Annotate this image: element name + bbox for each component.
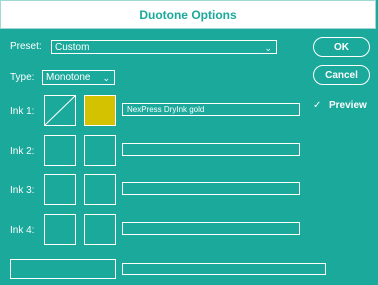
cancel-button[interactable]: Cancel (313, 65, 370, 85)
ok-button[interactable]: OK (313, 37, 370, 57)
preset-dropdown[interactable]: Custom ⌄ (51, 40, 277, 54)
ink-4-color-swatch[interactable] (84, 214, 116, 245)
ink-1-color-swatch[interactable] (84, 95, 116, 126)
ink-4-curve-box[interactable] (44, 214, 76, 245)
dialog-title: Duotone Options (0, 0, 376, 29)
chevron-down-icon: ⌄ (102, 73, 110, 83)
ink-3-label: Ink 3: (10, 185, 35, 196)
ink-1-curve-box[interactable] (44, 95, 76, 126)
preview-checkbox[interactable]: ✓ (313, 100, 321, 112)
duotone-options-dialog: Duotone Options Preset: Custom ⌄ Type: M… (0, 0, 378, 285)
ink-1-name-field[interactable]: NexPress DryInk gold (122, 103, 300, 116)
preview-label: Preview (329, 100, 367, 111)
ink-3-name-field[interactable] (122, 182, 300, 195)
preset-value: Custom (55, 42, 90, 53)
ink-4-label: Ink 4: (10, 225, 35, 236)
ink-2-label: Ink 2: (10, 146, 35, 157)
type-dropdown[interactable]: Monotone ⌄ (42, 70, 115, 85)
ink-3-color-swatch[interactable] (84, 174, 116, 205)
ink-1-label: Ink 1: (10, 106, 35, 117)
ink-2-color-swatch[interactable] (84, 135, 116, 166)
overprint-colors-button[interactable] (10, 259, 116, 279)
ink-2-name-field[interactable] (122, 143, 300, 156)
chevron-down-icon: ⌄ (264, 43, 272, 53)
gradient-ramp-bar (122, 263, 326, 275)
ink-2-curve-box[interactable] (44, 135, 76, 166)
ink-4-name-field[interactable] (122, 222, 300, 235)
ink-3-curve-box[interactable] (44, 174, 76, 205)
type-label: Type: (10, 72, 35, 83)
preset-label: Preset: (10, 41, 42, 52)
ink-1-curve-icon (45, 96, 75, 125)
type-value: Monotone (46, 72, 91, 83)
checkmark-icon: ✓ (313, 100, 322, 111)
